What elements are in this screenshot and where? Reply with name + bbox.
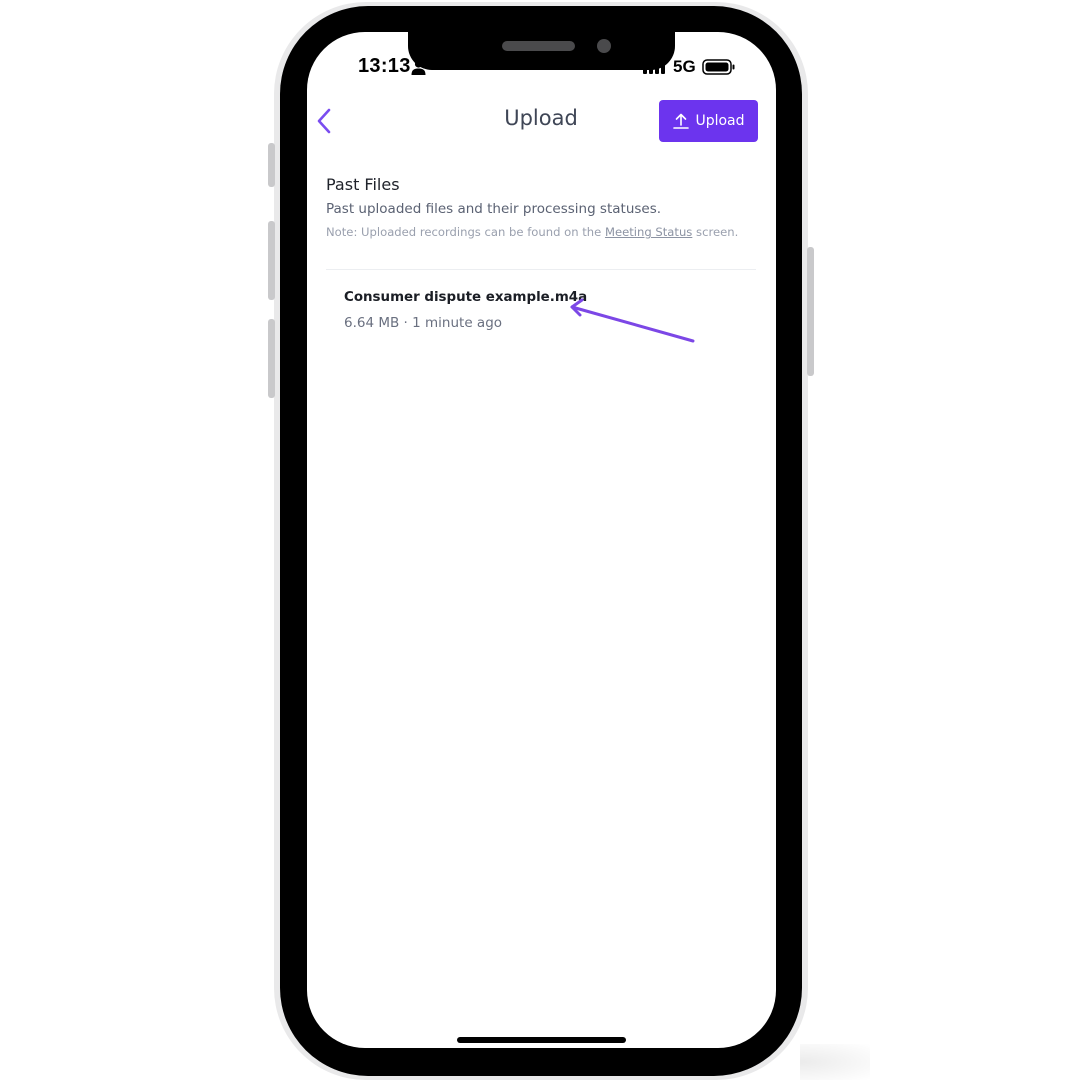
note-suffix: screen.: [692, 225, 739, 239]
upload-button-label: Upload: [695, 113, 745, 129]
mute-switch: [268, 143, 275, 187]
back-button[interactable]: [314, 107, 336, 135]
volume-down-button: [268, 319, 275, 398]
person-icon: [411, 60, 426, 75]
meeting-status-link[interactable]: Meeting Status: [605, 225, 692, 239]
file-meta: 6.64 MB · 1 minute ago: [344, 315, 503, 331]
chevron-left-icon: [317, 108, 331, 134]
divider: [326, 269, 756, 270]
upload-arrow-icon: [673, 113, 690, 129]
section-description: Past uploaded files and their processing…: [326, 201, 662, 217]
file-name: Consumer dispute example.m4a: [344, 290, 588, 305]
network-type: 5G: [673, 57, 696, 76]
signal-icon: [643, 61, 665, 74]
phone-shadow: [800, 1044, 870, 1080]
section-title: Past Files: [326, 175, 400, 194]
note-prefix: Note: Uploaded recordings can be found o…: [326, 225, 605, 239]
upload-button[interactable]: Upload: [659, 100, 758, 142]
volume-up-button: [268, 221, 275, 300]
front-camera: [597, 39, 611, 53]
section-note: Note: Uploaded recordings can be found o…: [326, 225, 738, 239]
power-button: [807, 247, 814, 376]
page-title: Upload: [504, 106, 578, 130]
status-time: 13:13: [358, 55, 411, 77]
annotation-arrow: [570, 298, 695, 343]
battery-icon: [702, 59, 735, 75]
speaker-grille: [502, 41, 575, 51]
home-indicator: [457, 1037, 626, 1043]
